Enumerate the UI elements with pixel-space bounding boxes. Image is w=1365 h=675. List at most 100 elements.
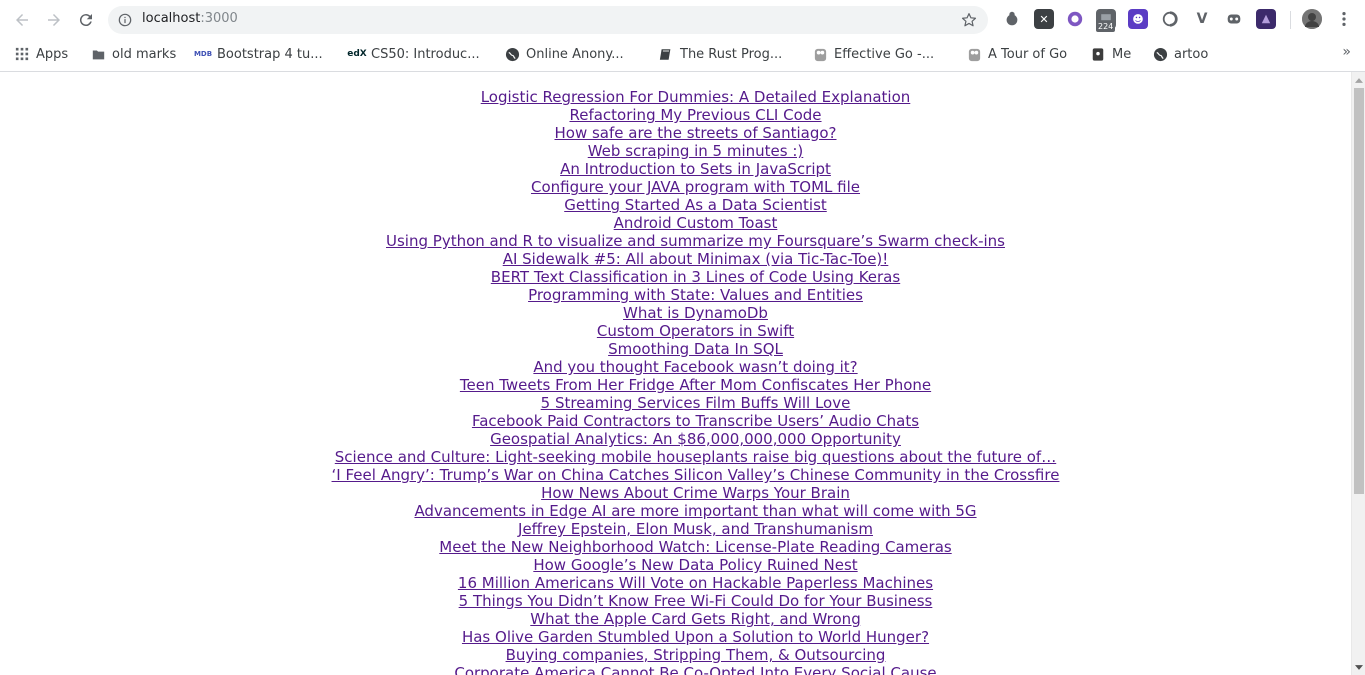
article-link[interactable]: Facebook Paid Contractors to Transcribe … xyxy=(472,412,919,430)
article-list-item: Programming with State: Values and Entit… xyxy=(0,286,1351,304)
bookmark-cs50[interactable]: edX CS50: Introduc... xyxy=(347,44,479,64)
article-link[interactable]: Configure your JAVA program with TOML fi… xyxy=(531,178,860,196)
article-link[interactable]: Smoothing Data In SQL xyxy=(608,340,783,358)
book-icon xyxy=(658,46,674,62)
article-list-item: Geospatial Analytics: An $86,000,000,000… xyxy=(0,430,1351,448)
article-link[interactable]: Getting Started As a Data Scientist xyxy=(564,196,827,214)
article-link[interactable]: Programming with State: Values and Entit… xyxy=(528,286,863,304)
article-list-item: 5 Streaming Services Film Buffs Will Lov… xyxy=(0,394,1351,412)
article-link[interactable]: How safe are the streets of Santiago? xyxy=(555,124,837,142)
globe-icon xyxy=(1152,46,1168,62)
article-link[interactable]: Has Olive Garden Stumbled Upon a Solutio… xyxy=(462,628,929,646)
bookmarks-overflow-chevron-icon[interactable]: » xyxy=(1342,44,1351,60)
bookmark-label: The Rust Prog... xyxy=(680,46,783,62)
article-list-item: Buying companies, Stripping Them, & Outs… xyxy=(0,646,1351,664)
bookmark-bootstrap[interactable]: MDB Bootstrap 4 tu... xyxy=(193,44,323,64)
extension-x-icon[interactable]: ✕ xyxy=(1034,9,1054,29)
article-list-item: Android Custom Toast xyxy=(0,214,1351,232)
article-list-item: Logistic Regression For Dummies: A Detai… xyxy=(0,88,1351,106)
scrollbar-thumb[interactable] xyxy=(1354,88,1364,494)
article-link[interactable]: How Google’s New Data Policy Ruined Nest xyxy=(533,556,857,574)
address-bar[interactable]: localhost:3000 xyxy=(108,6,988,34)
bookmark-dark-icon xyxy=(1090,46,1106,62)
arrow-left-icon xyxy=(16,14,28,26)
bookmark-apps[interactable]: Apps xyxy=(14,44,68,64)
bookmark-label: A Tour of Go xyxy=(988,46,1068,62)
reload-icon xyxy=(79,14,92,27)
article-link[interactable]: Corporate America Cannot Be Co-Opted Int… xyxy=(454,664,936,675)
article-link[interactable]: An Introduction to Sets in JavaScript xyxy=(560,160,831,178)
article-list-item: Jeffrey Epstein, Elon Musk, and Transhum… xyxy=(0,520,1351,538)
article-link[interactable]: How News About Crime Warps Your Brain xyxy=(541,484,850,502)
article-list-item: Meet the New Neighborhood Watch: License… xyxy=(0,538,1351,556)
article-list-item: Configure your JAVA program with TOML fi… xyxy=(0,178,1351,196)
extension-devil-icon[interactable]: ☻ xyxy=(1128,9,1148,29)
vertical-scrollbar[interactable] xyxy=(1351,72,1365,675)
article-list-item: Teen Tweets From Her Fridge After Mom Co… xyxy=(0,376,1351,394)
bookmark-label: Online Anony... xyxy=(526,46,624,62)
bookmark-tour-of-go[interactable]: A Tour of Go xyxy=(966,44,1067,64)
article-link[interactable]: Custom Operators in Swift xyxy=(597,322,794,340)
more-menu-icon[interactable] xyxy=(1334,9,1354,29)
bookmark-rust-book[interactable]: The Rust Prog... xyxy=(658,44,782,64)
article-link[interactable]: Android Custom Toast xyxy=(614,214,778,232)
forward-button[interactable] xyxy=(42,8,66,32)
gopher-icon xyxy=(966,46,982,62)
article-link[interactable]: 5 Things You Didn’t Know Free Wi-Fi Coul… xyxy=(459,592,933,610)
article-link[interactable]: Jeffrey Epstein, Elon Musk, and Transhum… xyxy=(518,520,873,538)
article-list-item: How Google’s New Data Policy Ruined Nest xyxy=(0,556,1351,574)
bookmarks-bar: Apps old marks MDB Bootstrap 4 tu... edX… xyxy=(0,40,1365,68)
scroll-up-arrow-icon[interactable] xyxy=(1352,74,1365,86)
bookmark-online-anony[interactable]: Online Anony... xyxy=(504,44,624,64)
extension-c-icon[interactable] xyxy=(1065,9,1085,29)
article-link[interactable]: What is DynamoDb xyxy=(623,304,768,322)
bookmark-effective-go[interactable]: Effective Go -... xyxy=(812,44,934,64)
bookmark-star-icon[interactable] xyxy=(960,11,978,29)
article-link[interactable]: Web scraping in 5 minutes :) xyxy=(588,142,804,160)
article-link[interactable]: Refactoring My Previous CLI Code xyxy=(569,106,821,124)
article-link[interactable]: Geospatial Analytics: An $86,000,000,000… xyxy=(490,430,901,448)
scroll-down-arrow-icon[interactable] xyxy=(1352,661,1365,673)
profile-avatar[interactable] xyxy=(1302,9,1322,29)
article-link[interactable]: 5 Streaming Services Film Buffs Will Lov… xyxy=(541,394,851,412)
folder-icon xyxy=(90,46,106,62)
article-link[interactable]: ‘I Feel Angry’: Trump’s War on China Cat… xyxy=(332,466,1060,484)
extension-mask-icon[interactable] xyxy=(1224,9,1244,29)
bookmark-old-marks[interactable]: old marks xyxy=(90,44,176,64)
url-text[interactable]: localhost:3000 xyxy=(142,11,238,26)
bookmark-me[interactable]: Me xyxy=(1090,44,1131,64)
article-link[interactable]: And you thought Facebook wasn’t doing it… xyxy=(533,358,857,376)
article-list-item: 16 Million Americans Will Vote on Hackab… xyxy=(0,574,1351,592)
article-link[interactable]: Science and Culture: Light-seeking mobil… xyxy=(335,448,1056,466)
extension-spiral-icon[interactable] xyxy=(1160,9,1180,29)
article-link[interactable]: AI Sidewalk #5: All about Minimax (via T… xyxy=(503,250,889,268)
mdb-icon: MDB xyxy=(193,50,213,58)
article-list-item: Web scraping in 5 minutes :) xyxy=(0,142,1351,160)
reload-button[interactable] xyxy=(74,8,98,32)
gopher-icon xyxy=(812,46,828,62)
article-list-item: AI Sidewalk #5: All about Minimax (via T… xyxy=(0,250,1351,268)
article-link[interactable]: Teen Tweets From Her Fridge After Mom Co… xyxy=(460,376,931,394)
bookmark-artoo[interactable]: artoo xyxy=(1152,44,1208,64)
back-button[interactable] xyxy=(10,8,34,32)
article-list-item: Refactoring My Previous CLI Code xyxy=(0,106,1351,124)
article-link[interactable]: 16 Million Americans Will Vote on Hackab… xyxy=(458,574,933,592)
article-link[interactable]: Buying companies, Stripping Them, & Outs… xyxy=(506,646,886,664)
article-link[interactable]: Meet the New Neighborhood Watch: License… xyxy=(439,538,951,556)
article-link[interactable]: Logistic Regression For Dummies: A Detai… xyxy=(481,88,911,106)
article-link[interactable]: What the Apple Card Gets Right, and Wron… xyxy=(530,610,860,628)
extension-v-icon[interactable]: V xyxy=(1192,9,1212,29)
bookmark-label: artoo xyxy=(1174,46,1209,62)
article-list-item: How safe are the streets of Santiago? xyxy=(0,124,1351,142)
article-list-item: Science and Culture: Light-seeking mobil… xyxy=(0,448,1351,466)
article-list-item: Advancements in Edge AI are more importa… xyxy=(0,502,1351,520)
extension-dark-icon[interactable] xyxy=(1256,9,1276,29)
article-link[interactable]: Advancements in Edge AI are more importa… xyxy=(414,502,976,520)
arrow-right-icon xyxy=(48,14,60,26)
info-icon[interactable] xyxy=(118,13,132,27)
article-link[interactable]: Using Python and R to visualize and summ… xyxy=(386,232,1005,250)
article-link[interactable]: BERT Text Classification in 3 Lines of C… xyxy=(491,268,900,286)
browser-chrome: localhost:3000 ✕ 224 ☻ V Apps old marks … xyxy=(0,0,1365,72)
extension-bug-icon[interactable] xyxy=(1002,9,1022,29)
article-list-item: Corporate America Cannot Be Co-Opted Int… xyxy=(0,664,1351,675)
